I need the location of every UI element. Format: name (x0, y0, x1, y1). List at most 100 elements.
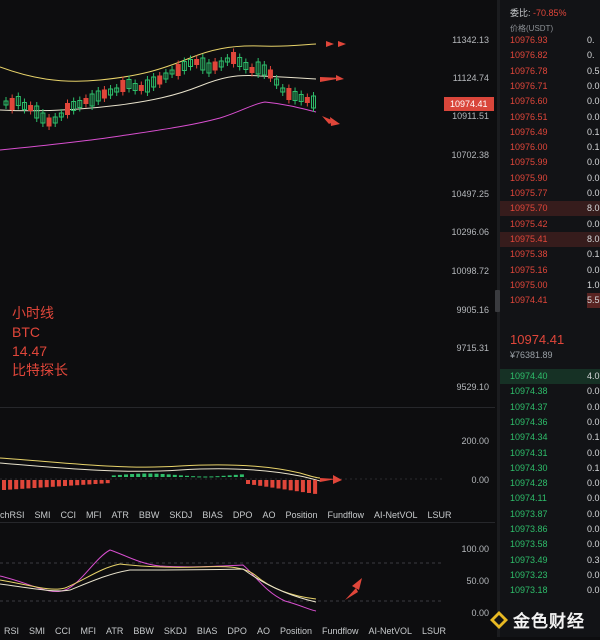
histogram-bar (111, 475, 116, 477)
tab-rsi[interactable]: chRSI (0, 510, 25, 524)
tab-mfi[interactable]: MFI (86, 510, 102, 524)
bid-row[interactable]: 10974.38 0.0 (500, 384, 600, 399)
tab-bbw[interactable]: BBW (133, 626, 154, 640)
bid-row[interactable]: 10973.86 0.0 (500, 522, 600, 537)
candle (101, 89, 107, 99)
tab-dpo[interactable]: DPO (233, 510, 253, 524)
histogram-bar (264, 480, 269, 487)
tab-smi[interactable]: SMI (29, 626, 45, 640)
bid-price: 10974.40 (510, 371, 548, 381)
ask-row[interactable]: 10976.49 0.1 (500, 125, 600, 140)
price-tick: 11342.13 (452, 35, 489, 45)
ask-row[interactable]: 10976.78 0.5 (500, 64, 600, 79)
ask-row[interactable]: 10976.93 0. (500, 33, 600, 48)
annotation-text: 小时线 BTC 14.47 比特探长 (12, 304, 68, 380)
tab-bias[interactable]: BIAS (197, 626, 218, 640)
ask-row[interactable]: 10976.00 0.1 (500, 140, 600, 155)
tab-atr[interactable]: ATR (112, 510, 129, 524)
ask-row[interactable]: 10975.42 0.0 (500, 217, 600, 232)
ask-row[interactable]: 10974.41 5.5 (500, 293, 600, 309)
tab-fundflow[interactable]: Fundflow (322, 626, 359, 640)
bid-row[interactable]: 10973.49 0.3 (500, 553, 600, 568)
tab-cci[interactable]: CCI (55, 626, 71, 640)
price-axis[interactable]: 11342.13 11124.74 10911.51 10702.38 1049… (443, 0, 495, 637)
ask-price: 10976.78 (510, 65, 548, 76)
ask-row[interactable]: 10975.99 0.0 (500, 155, 600, 170)
ask-row[interactable]: 10976.51 0.0 (500, 110, 600, 125)
ask-qty: 0.0 (587, 172, 600, 183)
last-price: 10974.41 (510, 332, 565, 347)
ask-row[interactable]: 10976.82 0. (500, 48, 600, 63)
ask-row[interactable]: 10975.16 0.0 (500, 263, 600, 278)
tab-ao[interactable]: AO (257, 626, 270, 640)
macd-line (0, 462, 321, 482)
tab-smi[interactable]: SMI (35, 510, 51, 524)
tab-skdj[interactable]: SKDJ (164, 626, 187, 640)
ask-row[interactable]: 10976.60 0.0 (500, 94, 600, 109)
tab-dpo[interactable]: DPO (227, 626, 247, 640)
bid-row[interactable]: 10974.37 0.0 (500, 400, 600, 415)
tab-rsi[interactable]: RSI (4, 626, 19, 640)
bid-row[interactable]: 10974.11 0.0 (500, 491, 600, 506)
tab-ao[interactable]: AO (262, 510, 275, 524)
tab-position[interactable]: Position (285, 510, 317, 524)
bid-price: 10974.28 (510, 478, 548, 489)
ask-qty: 0.0 (587, 96, 600, 107)
tab-ai-netvol[interactable]: AI-NetVOL (374, 510, 418, 524)
bid-qty: 0.0 (587, 569, 600, 580)
bid-row[interactable]: 10974.31 0.0 (500, 446, 600, 461)
ask-qty: 0.0 (587, 264, 600, 275)
ask-price: 10975.16 (510, 264, 548, 275)
ask-price: 10976.71 (510, 80, 548, 91)
bid-row[interactable]: 10973.58 0.0 (500, 537, 600, 552)
bid-price: 10973.86 (510, 524, 548, 534)
ask-row[interactable]: 10975.70 8.0 (500, 201, 600, 217)
ask-row[interactable]: 10975.38 0.1 (500, 247, 600, 262)
ask-row[interactable]: 10975.41 8.0 (500, 231, 600, 247)
histogram-bar (270, 480, 275, 488)
bid-qty: 0.0 (587, 493, 600, 504)
price-chart[interactable]: 小时线 BTC 14.47 比特探长 chRSI SMI CCI MFI ATR… (0, 0, 495, 637)
candle (175, 64, 181, 76)
tab-position[interactable]: Position (280, 626, 312, 640)
price-tick: 10702.38 (451, 150, 489, 160)
ask-price: 10976.60 (510, 96, 548, 107)
bid-row[interactable]: 10973.23 0.0 (500, 568, 600, 583)
histogram-bar (288, 480, 293, 491)
annotation-line-1: 小时线 (12, 305, 54, 321)
ask-row[interactable]: 10975.77 0.0 (500, 186, 600, 201)
bid-row[interactable]: 10974.34 0.1 (500, 430, 600, 445)
candle (231, 52, 237, 64)
tab-mfi[interactable]: MFI (81, 626, 97, 640)
tab-bbw[interactable]: BBW (139, 510, 160, 524)
ask-row[interactable]: 10975.00 1.0 (500, 278, 600, 293)
bid-row[interactable]: 10974.28 0.0 (500, 476, 600, 491)
tab-atr[interactable]: ATR (106, 626, 123, 640)
histogram-bar (44, 480, 49, 488)
tab-bias[interactable]: BIAS (202, 510, 223, 524)
bid-row[interactable]: 10974.40 4.0 (500, 369, 600, 384)
bid-row[interactable]: 10973.18 0.0 (500, 583, 600, 598)
current-price-tag: 10974.41 (444, 97, 494, 111)
indicator-tick: 0.00 (471, 608, 489, 618)
bid-row[interactable]: 10973.87 0.0 (500, 507, 600, 522)
pane-separator[interactable] (0, 407, 495, 408)
tab-ai-netvol[interactable]: AI-NetVOL (369, 626, 413, 640)
bid-price: 10973.58 (510, 539, 548, 550)
tab-fundflow[interactable]: Fundflow (327, 510, 364, 524)
ask-row[interactable]: 10976.71 0.0 (500, 79, 600, 94)
ask-price: 10975.41 (510, 233, 548, 244)
tab-skdj[interactable]: SKDJ (169, 510, 192, 524)
tab-cci[interactable]: CCI (61, 510, 77, 524)
bid-row[interactable]: 10974.36 0.0 (500, 415, 600, 430)
ask-qty: 0.1 (587, 126, 600, 137)
k-line (0, 549, 317, 612)
candle (304, 97, 310, 103)
indicator-tick: 100.00 (461, 544, 489, 554)
ask-row[interactable]: 10975.90 0.0 (500, 171, 600, 186)
ask-qty: 0.0 (587, 157, 600, 168)
bid-row[interactable]: 10974.30 0.1 (500, 461, 600, 476)
ask-price: 10976.51 (510, 111, 548, 122)
price-tick: 9529.10 (456, 382, 489, 392)
bid-qty: 0.0 (587, 539, 600, 550)
